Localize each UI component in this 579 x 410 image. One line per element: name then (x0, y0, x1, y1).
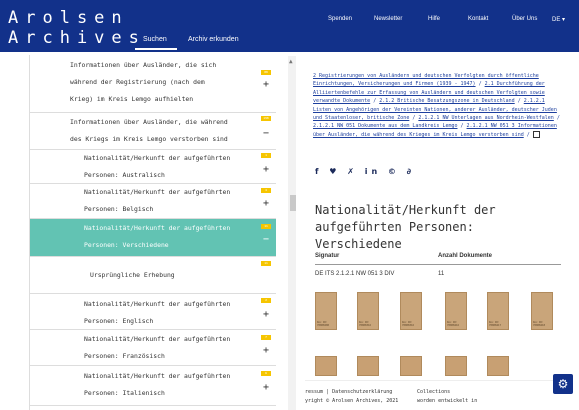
nav-newsletter[interactable]: Newsletter (374, 16, 402, 22)
footer-developed: worden entwickelt in (417, 398, 478, 404)
tree-row-selected[interactable]: Nationalität/Herkunft der aufgeführten P… (30, 219, 276, 257)
document-thumbnail[interactable]: Doc ID: 70008418 (531, 292, 553, 330)
tree-row-label: Nationalität/Herkunft der aufgeführten P… (84, 224, 231, 249)
thumbnail-label: Doc ID: 70008417 (489, 321, 502, 327)
divider (315, 264, 561, 265)
expand-icon[interactable]: + (258, 309, 274, 320)
tree-row[interactable]: Informationen über Ausländer, die währen… (30, 113, 276, 150)
tree-row-label: Informationen über Ausländer, die währen… (70, 118, 228, 143)
thumbnail-label: Doc ID: 70008418 (533, 321, 546, 327)
expand-icon[interactable]: + (258, 382, 274, 393)
tab-suchen[interactable]: Suchen (143, 36, 167, 43)
breadcrumb-link[interactable]: 2.1.2.1 NW Unterlagen aus Nordrhein-West… (418, 115, 553, 121)
document-thumbnail[interactable]: Doc ID: 70008416 (445, 292, 467, 330)
tree-row-label: Nationalität/Herkunft der aufgeführten P… (84, 335, 231, 360)
count-badge: 7 (261, 335, 271, 340)
logo-line-1[interactable]: Arolsen (8, 8, 129, 28)
tree-row-label: Nationalität/Herkunft der aufgeführten P… (84, 154, 231, 179)
collapse-icon[interactable]: − (258, 128, 274, 139)
tree-row[interactable]: Nationalität/Herkunft der aufgeführten P… (30, 330, 276, 366)
expand-icon[interactable]: + (258, 345, 274, 356)
signatur-value: DE ITS 2.1.2.1 NW 051 3 DIV (315, 271, 395, 277)
thumbnail-label: Doc ID: 70008416 (447, 321, 460, 327)
document-thumbnail[interactable]: Doc ID: 70008417 (487, 292, 509, 330)
count-badge: 11 (261, 261, 271, 266)
count-badge: 88 (261, 70, 271, 75)
tree-row-label: Ursprüngliche Erhebung (90, 271, 175, 279)
collapse-icon[interactable]: − (258, 234, 274, 245)
language-label: DE (552, 17, 561, 23)
document-thumbnail[interactable] (315, 356, 337, 376)
document-thumbnail[interactable] (487, 356, 509, 376)
count-badge: 2 (261, 298, 271, 303)
tree-row-label: Nationalität/Herkunft der aufgeführten P… (84, 188, 231, 213)
thumbnail-label: Doc ID: 70008316 (402, 321, 415, 327)
tree-scrollbar[interactable] (288, 56, 296, 410)
nav-spenden[interactable]: Spenden (328, 16, 352, 22)
tree-row[interactable]: Ursprüngliche Erhebung 11 (30, 257, 276, 294)
active-tab-indicator (135, 48, 177, 50)
page-title: Nationalität/Herkunft der aufgeführten P… (315, 203, 496, 251)
breadcrumb-link[interactable]: 2.1.2.1 NW 051 Dokumente aus dem Landkre… (313, 123, 458, 129)
count-badge: 1 (261, 153, 271, 158)
expand-icon[interactable]: + (258, 198, 274, 209)
scrollbar-thumb[interactable] (290, 195, 296, 211)
breadcrumb: 2 Registrierungen von Ausländern und deu… (313, 73, 560, 138)
count-badge: 4 (261, 188, 271, 193)
document-thumbnail[interactable]: Doc ID: 70008200 (315, 292, 337, 330)
detail-panel: 2 Registrierungen von Ausländern und deu… (305, 60, 573, 410)
footer-links[interactable]: ressum | Datenschutzerklärung (305, 389, 392, 395)
tree-row[interactable]: Nationalität/Herkunft der aufgeführten P… (30, 184, 276, 219)
document-thumbnail[interactable] (357, 356, 379, 376)
archive-tree: Informationen über Ausländer, die sich w… (29, 55, 276, 410)
expand-icon[interactable]: + (258, 164, 274, 175)
nav-hilfe[interactable]: Hilfe (428, 16, 440, 22)
document-thumbnail[interactable]: Doc ID: 70008316 (400, 292, 422, 330)
footer-collections: Collections (417, 389, 451, 395)
document-thumbnail[interactable] (400, 356, 422, 376)
tab-archiv-erkunden[interactable]: Archiv erkunden (188, 36, 239, 43)
top-header: Arolsen Archives Suchen Archiv erkunden … (0, 0, 579, 52)
tree-row-label: Nationalität/Herkunft der aufgeführten P… (84, 300, 231, 325)
chevron-down-icon: ▾ (562, 17, 566, 23)
document-thumbnail[interactable] (445, 356, 467, 376)
breadcrumb-link[interactable]: 2.1.2 Britische Besatzungszone in Deutsc… (379, 98, 514, 104)
nav-language[interactable]: DE ▾ (552, 16, 565, 23)
scroll-up-icon[interactable]: ▲ (289, 58, 293, 65)
footer: ressum | Datenschutzerklärung yright © A… (305, 380, 555, 410)
copyright: yright © Arolsen Archives, 2021 (305, 398, 399, 404)
count-value: 11 (438, 271, 445, 277)
document-thumbnail[interactable]: Doc ID: 70008316 (357, 292, 379, 330)
logo-line-2[interactable]: Archives (8, 28, 146, 48)
tree-row-label: Nationalität/Herkunft der aufgeführten P… (84, 372, 231, 397)
count-badge: 6 (261, 371, 271, 376)
tree-row[interactable]: Nationalität/Herkunft der aufgeführten P… (30, 294, 276, 330)
nav-ueber-uns[interactable]: Über Uns (512, 16, 537, 22)
gear-icon[interactable]: ⚙ (553, 374, 573, 394)
thumbnail-label: Doc ID: 70008316 (359, 321, 372, 327)
signatur-label: Signatur (315, 253, 340, 259)
expand-icon[interactable]: + (258, 79, 274, 90)
tree-row[interactable]: Informationen über Ausländer, die sich w… (30, 55, 276, 113)
tree-row-label: Informationen über Ausländer, die sich w… (70, 61, 217, 103)
count-label: Anzahl Dokumente (438, 253, 493, 259)
thumbnail-label: Doc ID: 70008200 (317, 321, 330, 327)
collapse-box-icon[interactable] (532, 130, 540, 138)
nav-kontakt[interactable]: Kontakt (468, 16, 488, 22)
share-icons[interactable]: f ♥ ✗ in © ∂ (315, 167, 415, 176)
tree-row[interactable]: Nationalität/Herkunft der aufgeführten P… (30, 150, 276, 184)
count-badge: 11 (261, 224, 271, 229)
tree-row[interactable]: Nationalität/Herkunft der aufgeführten P… (30, 366, 276, 406)
count-badge: 198 (261, 116, 271, 121)
